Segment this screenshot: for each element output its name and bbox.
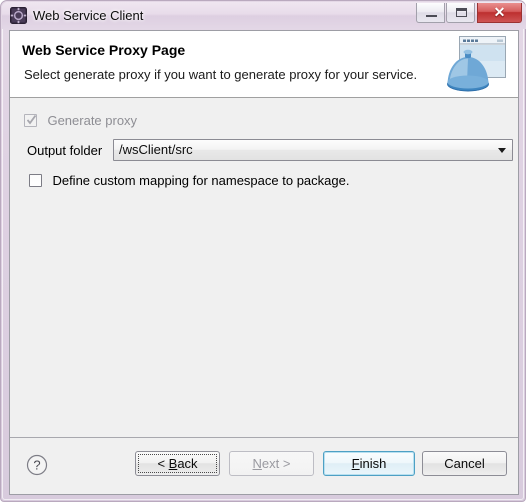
back-button-label: < Back: [157, 456, 198, 471]
finish-button-label: Finish: [351, 456, 387, 471]
dialog-window: Web Service Client ✕ Web Service Proxy P…: [0, 0, 526, 502]
finish-button[interactable]: Finish: [323, 451, 415, 476]
wizard-dialog: Web Service Proxy Page Select generate p…: [9, 30, 519, 495]
custom-mapping-checkbox-row[interactable]: Define custom mapping for namespace to p…: [29, 172, 349, 190]
minimize-button[interactable]: [416, 3, 445, 23]
page-description: Select generate proxy if you want to gen…: [24, 67, 418, 82]
svg-text:?: ?: [33, 458, 40, 473]
window-controls: ✕: [416, 3, 522, 23]
checkmark-icon: [27, 115, 36, 125]
custom-mapping-label: Define custom mapping for namespace to p…: [52, 173, 350, 189]
cancel-button[interactable]: Cancel: [422, 451, 507, 476]
custom-mapping-checkbox[interactable]: [29, 174, 42, 188]
generate-proxy-label: Generate proxy: [47, 113, 138, 129]
close-icon: ✕: [493, 4, 506, 20]
page-title: Web Service Proxy Page: [22, 42, 186, 58]
chevron-down-icon[interactable]: [498, 148, 506, 153]
web-service-icon: [10, 7, 27, 24]
cancel-button-label: Cancel: [444, 456, 485, 471]
maximize-icon: [456, 8, 467, 17]
output-folder-label: Output folder: [27, 143, 103, 158]
title-bar[interactable]: Web Service Client ✕: [2, 2, 526, 29]
maximize-button[interactable]: [446, 3, 475, 23]
button-bar: ? < Back Next > Finish Cancel: [10, 437, 518, 494]
wizard-header: Web Service Proxy Page Select generate p…: [10, 31, 518, 98]
output-folder-combo[interactable]: /wsClient/src: [113, 139, 513, 161]
window-title: Web Service Client: [33, 8, 144, 23]
generate-proxy-checkbox[interactable]: [24, 114, 37, 128]
output-folder-value: /wsClient/src: [119, 142, 193, 157]
output-folder-label-wrap: Output folder: [27, 142, 102, 160]
back-button[interactable]: < Back: [135, 451, 220, 476]
minimize-icon: [426, 15, 437, 17]
web-service-banner-icon: [442, 32, 510, 94]
next-button: Next >: [229, 451, 314, 476]
close-button[interactable]: ✕: [477, 3, 522, 23]
next-button-label: Next >: [252, 456, 291, 471]
help-button[interactable]: ?: [26, 454, 48, 476]
wizard-content: Generate proxy Output folder /wsClient/s…: [10, 99, 518, 439]
generate-proxy-checkbox-row[interactable]: Generate proxy: [24, 112, 137, 130]
